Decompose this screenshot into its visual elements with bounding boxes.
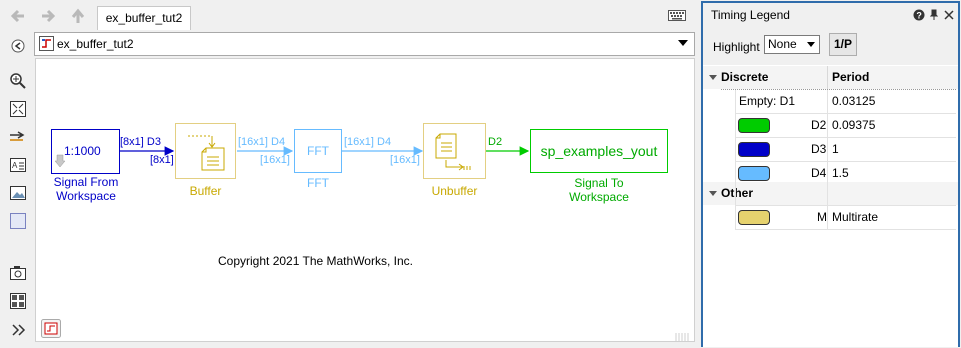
zoom-icon[interactable]: [9, 72, 27, 90]
collapse-icon[interactable]: [709, 75, 717, 80]
unbuffer-block[interactable]: [423, 123, 486, 179]
period-button-label: 1/P: [833, 37, 852, 51]
svg-text:?: ?: [916, 11, 922, 21]
buffer-block[interactable]: [175, 123, 236, 179]
copyright-annotation: Copyright 2021 The MathWorks, Inc.: [218, 254, 413, 268]
help-icon[interactable]: ?: [913, 9, 925, 24]
legend-row-d1[interactable]: Empty: D1 0.03125: [703, 90, 958, 113]
highlight-select[interactable]: None: [764, 35, 820, 54]
editor-toolbar: ex_buffer_tut2: [0, 0, 700, 32]
close-icon[interactable]: [944, 9, 954, 23]
signal-label-fft-bottom: [16x1]: [390, 154, 420, 166]
legend-row-m[interactable]: M Multirate: [703, 206, 958, 229]
column-divider: [735, 90, 736, 230]
rate-value: 1: [832, 142, 839, 156]
unbuffer-icon: [432, 130, 478, 177]
group-name: Discrete: [721, 70, 769, 84]
keyboard-icon[interactable]: [668, 10, 686, 24]
signal-label-src-top: [8x1] D3: [120, 136, 161, 148]
color-swatch: [738, 118, 770, 133]
fft-block-text: FFT: [307, 144, 329, 158]
tool-palette: A: [0, 32, 34, 348]
column-header-period: Period: [832, 70, 870, 84]
tab-model[interactable]: ex_buffer_tut2: [97, 6, 191, 30]
rate-value: 0.03125: [832, 94, 876, 108]
legend-row-d2[interactable]: D2 0.09375: [703, 114, 958, 137]
signal-label-buf-top: [16x1] D4: [238, 136, 286, 148]
area-icon[interactable]: [9, 212, 27, 230]
rate-label: D3: [811, 142, 827, 156]
buffer-icon: [184, 130, 228, 175]
camera-icon[interactable]: [9, 264, 27, 282]
signal-to-workspace-block[interactable]: sp_examples_yout: [530, 129, 668, 173]
legend-table: Discrete Period Empty: D1 0.03125 D2 0.0…: [703, 65, 958, 347]
legend-title: Timing Legend: [711, 8, 790, 22]
column-divider: [827, 90, 828, 230]
forward-arrow-icon[interactable]: [38, 7, 58, 25]
column-divider: [827, 66, 828, 89]
sink-block-text: sp_examples_yout: [540, 143, 658, 159]
buffer-block-name: Buffer: [189, 184, 222, 198]
source-block-name: Signal From Workspace: [53, 175, 119, 203]
group-name: Other: [721, 186, 754, 200]
address-dropdown-icon[interactable]: [678, 40, 688, 46]
back-arrow-icon[interactable]: [8, 7, 28, 25]
model-info-icon[interactable]: [41, 319, 61, 341]
source-block-value: 1:1000: [64, 144, 101, 158]
rate-value: Multirate: [832, 210, 879, 224]
model-canvas[interactable]: 1:1000 Signal From Workspace [8x1] D3 [8…: [35, 58, 695, 342]
signal-line-icon[interactable]: [9, 128, 27, 146]
expand-palette-icon[interactable]: [9, 321, 27, 339]
color-swatch: [738, 166, 770, 181]
svg-text:A: A: [12, 161, 18, 170]
legend-row-d3[interactable]: D3 1: [703, 138, 958, 161]
annotation-icon[interactable]: A: [9, 156, 27, 174]
sink-block-name: Signal To Workspace: [569, 176, 629, 204]
signal-label-buf-bottom: [16x1]: [260, 154, 290, 166]
legend-toolbar: Highlight None 1/P: [703, 27, 958, 65]
rate-label: D2: [811, 118, 827, 132]
chevron-down-icon: [807, 42, 815, 47]
fft-block[interactable]: FFT: [294, 129, 342, 173]
resize-grip-icon[interactable]: [674, 331, 692, 345]
collapse-icon[interactable]: [709, 191, 717, 196]
signal-label-src-bottom: [8x1]: [150, 154, 174, 166]
signal-from-workspace-block[interactable]: 1:1000: [51, 129, 120, 174]
timing-legend-panel: Timing Legend ? Highlight None 1/P Discr…: [701, 1, 960, 347]
address-text: ex_buffer_tut2: [57, 37, 134, 51]
highlight-value: None: [768, 37, 797, 51]
hide-explorer-icon[interactable]: [9, 37, 27, 55]
legend-titlebar: Timing Legend ?: [703, 3, 958, 27]
rate-value: 0.09375: [832, 118, 876, 132]
rate-label: Empty: D1: [739, 94, 796, 108]
signal-label-unbuf: D2: [488, 136, 503, 148]
color-swatch: [738, 210, 770, 225]
rate-label: M: [817, 210, 827, 224]
group-row-discrete[interactable]: Discrete Period: [703, 66, 958, 89]
pin-icon[interactable]: [929, 9, 939, 24]
model-address-bar[interactable]: ex_buffer_tut2: [34, 32, 695, 56]
period-toggle-button[interactable]: 1/P: [829, 33, 857, 56]
model-icon: [39, 36, 54, 54]
row-divider: [735, 229, 956, 230]
signal-label-fft-top: [16x1] D4: [344, 136, 392, 148]
fit-to-view-icon[interactable]: [9, 100, 27, 118]
image-icon[interactable]: [9, 184, 27, 202]
fft-block-name: FFT: [307, 176, 329, 190]
highlight-label: Highlight: [713, 40, 760, 54]
color-swatch: [738, 142, 770, 157]
model-browser-icon[interactable]: [9, 292, 27, 310]
group-row-other[interactable]: Other: [703, 182, 958, 205]
down-arrow-icon: [54, 154, 66, 171]
unbuffer-block-name: Unbuffer: [431, 184, 478, 198]
up-arrow-icon[interactable]: [68, 7, 88, 25]
